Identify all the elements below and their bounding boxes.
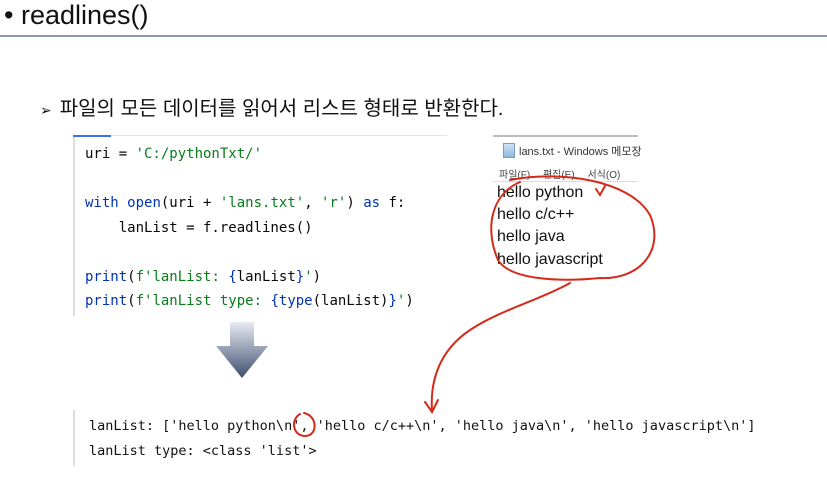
window-border (493, 135, 638, 137)
notepad-window: lans.txt - Windows 메모장 파일(F) 편집(E) 서식(O)… (493, 135, 642, 275)
code-token: lanList = f.readlines() (85, 220, 313, 236)
code-token: open (127, 195, 161, 211)
code-token: lanList (236, 269, 296, 285)
code-token: { (228, 269, 237, 285)
code-token: 'r' (321, 195, 347, 211)
code-token: f'lanList type: (135, 293, 271, 309)
bullet-text: 파일의 모든 데이터를 읽어서 리스트 형태로 반환한다. (59, 98, 504, 120)
code-line: lanList = f.readlines() (85, 220, 313, 236)
code-line: print(f'lanList type: {type(lanList)}') (85, 293, 414, 309)
code-token: ) (346, 195, 364, 211)
code-token: (lanList) (312, 293, 389, 309)
output-line: lanList: ['hello python\n', 'hello c/c++… (89, 418, 756, 434)
menu-bar: 파일(F) 편집(E) 서식(O) (499, 166, 630, 181)
connector-curve (430, 282, 571, 411)
menu-format[interactable]: 서식(O) (587, 170, 620, 181)
output-line: lanList type: <class 'list'> (89, 443, 317, 459)
code-token: f'lanList: (135, 269, 229, 285)
code-token: uri = (85, 146, 136, 162)
divider (493, 181, 638, 182)
code-token: ( (127, 269, 136, 285)
console-output: lanList: ['hello python\n', 'hello c/c++… (73, 410, 827, 466)
bullet-point: ➢ 파일의 모든 데이터를 읽어서 리스트 형태로 반환한다. (40, 92, 503, 121)
window-title: lans.txt - Windows 메모장 (519, 146, 642, 158)
title-divider (0, 35, 827, 37)
code-token: with (85, 195, 128, 211)
arrow-bullet-icon: ➢ (40, 102, 52, 118)
code-token: { (270, 293, 279, 309)
code-line: uri = 'C:/pythonTxt/' (85, 146, 262, 162)
text-line: hello c/c++ (497, 206, 575, 223)
code-editor: uri = 'C:/pythonTxt/' with open(uri + 'l… (73, 135, 447, 316)
text-line: hello python (497, 184, 584, 201)
text-line: hello javascript (497, 251, 603, 268)
code-token: (uri + (160, 195, 220, 211)
code-token: as (363, 195, 381, 211)
slide-title: • readlines() (4, 0, 149, 30)
code-token: print (85, 269, 128, 285)
menu-file[interactable]: 파일(F) (499, 170, 530, 181)
code-token: 'C:/pythonTxt/' (135, 146, 263, 162)
code-token: print (85, 293, 128, 309)
code-token: type (278, 293, 313, 309)
code-token: ) (405, 293, 414, 309)
code-line: print(f'lanList: {lanList}') (85, 269, 321, 285)
code-token: f: (380, 195, 406, 211)
code-token: } (295, 269, 305, 285)
down-arrow-icon (216, 322, 268, 378)
code-token: , (304, 195, 322, 211)
code-token: } (388, 293, 397, 309)
editor-tab-indicator (73, 135, 111, 137)
text-line: hello java (497, 228, 565, 245)
code-token: ' (304, 269, 313, 285)
menu-edit[interactable]: 편집(E) (543, 170, 575, 181)
code-token: ( (127, 293, 136, 309)
notepad-icon (503, 143, 515, 158)
code-line: with open(uri + 'lans.txt', 'r') as f: (85, 195, 405, 211)
code-token: 'lans.txt' (219, 195, 305, 211)
code-token: ) (312, 269, 322, 285)
